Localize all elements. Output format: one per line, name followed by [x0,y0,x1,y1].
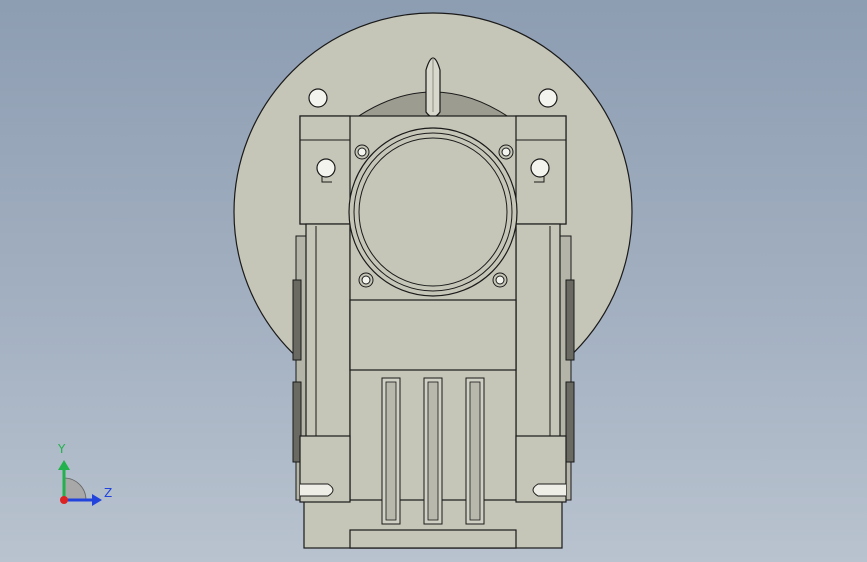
cooling-fins [381,377,485,525]
graphics-viewport[interactable]: Y Z [0,0,867,562]
x-axis-dot [60,496,68,504]
view-triad [58,460,102,506]
y-axis-label: Y [58,442,66,456]
flange-hole-right [538,88,558,108]
gear-reducer-model[interactable] [0,0,867,562]
z-axis-label: Z [104,486,113,500]
flange-hole-left [308,88,328,108]
input-bore [348,127,518,297]
